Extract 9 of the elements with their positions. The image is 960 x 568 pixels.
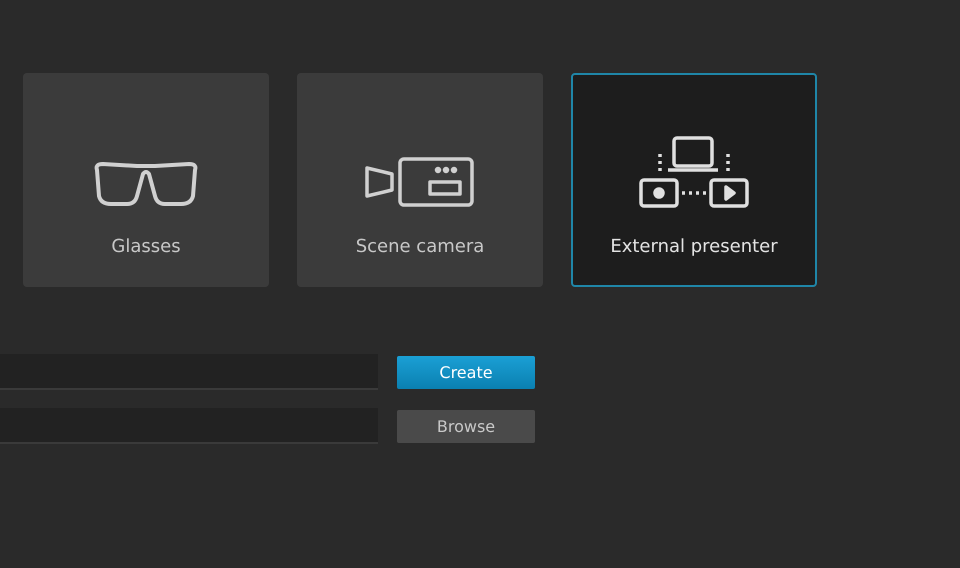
laptop-network-icon <box>638 136 750 208</box>
input-field[interactable] <box>0 408 378 444</box>
option-tile[interactable]: External presenter <box>571 73 817 287</box>
input-field[interactable] <box>0 354 378 390</box>
create-or-browse-button[interactable]: Browse <box>397 410 535 442</box>
create-or-browse-button[interactable]: Create <box>397 356 535 388</box>
video-camera-icon <box>364 156 476 208</box>
option-tile[interactable]: Scene camera <box>297 73 543 287</box>
option-tile[interactable]: Glasses <box>23 73 269 287</box>
